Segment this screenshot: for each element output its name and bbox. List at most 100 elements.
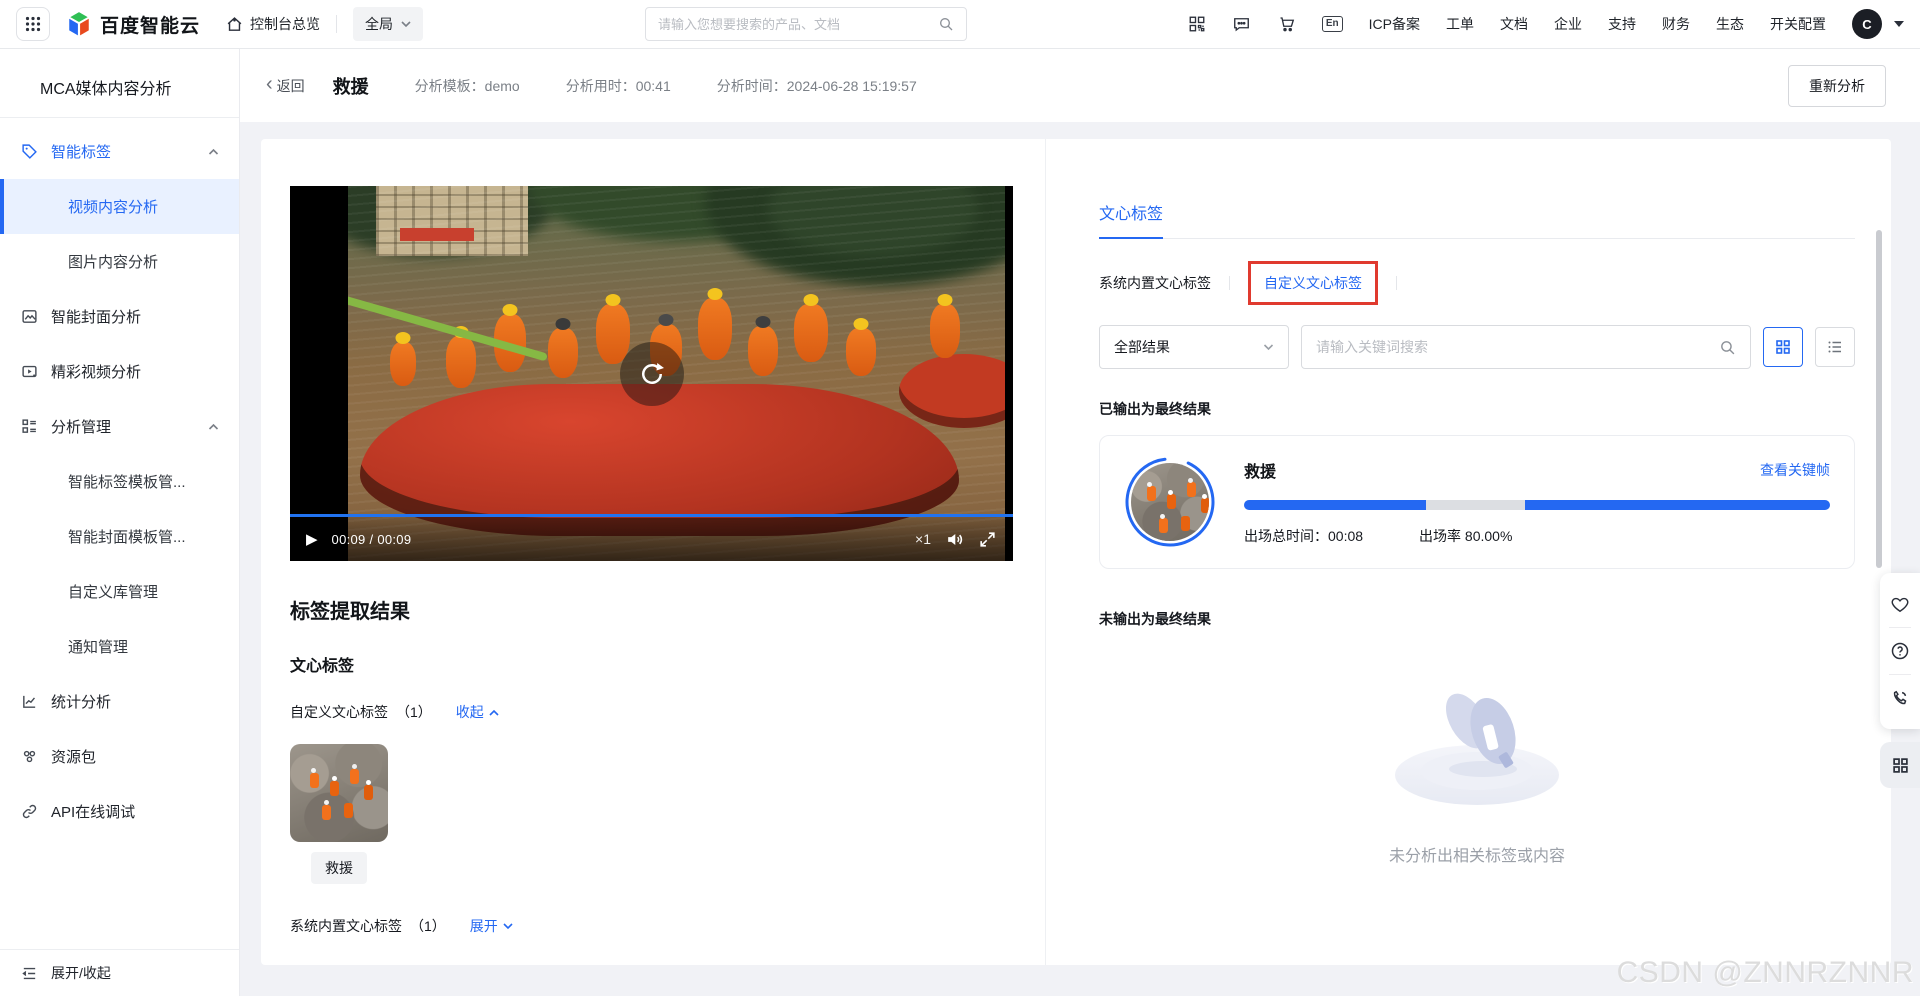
nav-link-switch-config[interactable]: 开关配置 (1770, 14, 1826, 34)
list-view-button[interactable] (1815, 327, 1855, 367)
expand-link[interactable]: 展开 (470, 916, 513, 936)
phone-icon (1893, 690, 1907, 705)
subtab-divider (1396, 276, 1397, 290)
user-menu-caret-icon[interactable] (1894, 21, 1904, 27)
subtab-custom-tags[interactable]: 自定义文心标签 (1264, 275, 1362, 291)
appearance-duration: 出场总时间：00:08 (1244, 528, 1364, 544)
search-icon[interactable] (1719, 339, 1736, 356)
console-overview-link[interactable]: 控制台总览 (226, 14, 320, 34)
right-column: 文心标签 系统内置文心标签 自定义文心标签 全部结果 请输入关键词搜索 已输出为… (1046, 139, 1891, 965)
sidebar-item-statistics[interactable]: 统计分析 (0, 674, 239, 729)
tag-result-card: 救援 查看关键帧 出场总时间：00:08 出场率 80.00% (1099, 435, 1855, 569)
chevron-up-icon (208, 423, 219, 430)
sidebar-collapse-toggle[interactable]: 展开/收起 (0, 949, 239, 996)
grid-view-icon (1776, 340, 1790, 354)
sidebar-item-label: 自定义库管理 (68, 584, 159, 601)
sidebar-item-smart-cover-analysis[interactable]: 智能封面分析 (0, 289, 239, 344)
nav-link-icp[interactable]: ICP备案 (1369, 14, 1420, 34)
sidebar-item-api-debug[interactable]: API在线调试 (0, 784, 239, 839)
message-icon[interactable] (1232, 15, 1251, 33)
view-keyframes-link[interactable]: 查看关键帧 (1760, 460, 1830, 480)
tag-chip[interactable]: 救援 (311, 852, 367, 884)
sidebar-item-label: 统计分析 (51, 694, 112, 711)
annotation-red-box: 自定义文心标签 (1248, 261, 1378, 305)
scrollbar-thumb[interactable] (1876, 230, 1882, 568)
foliage (768, 186, 978, 256)
sidebar-item-video-content-analysis[interactable]: 视频内容分析 (0, 179, 239, 234)
person (930, 304, 960, 358)
result-filter-select[interactable]: 全部结果 (1099, 325, 1289, 369)
nav-link-tickets[interactable]: 工单 (1446, 14, 1474, 34)
sidebar-item-smart-tags[interactable]: 智能标签 (0, 124, 239, 179)
page-title: 救援 (332, 76, 369, 97)
resource-package-icon (23, 750, 36, 763)
sidebar-item-label: 智能标签模板管... (68, 474, 186, 491)
grid-view-button[interactable] (1763, 327, 1803, 367)
watermark: CSDN @ZNNRZNNR (1616, 956, 1914, 989)
subtabs-row: 系统内置文心标签 自定义文心标签 (1099, 261, 1855, 305)
contact-button[interactable] (1880, 675, 1920, 721)
global-search-input[interactable] (658, 16, 939, 32)
replay-button[interactable] (619, 341, 684, 406)
sidebar-item-custom-library-mgmt[interactable]: 自定义库管理 (0, 564, 239, 619)
nav-link-finance[interactable]: 财务 (1662, 14, 1690, 34)
keyword-search (1301, 325, 1751, 369)
custom-tag-label: 自定义文心标签 (290, 704, 388, 720)
playback-speed-button[interactable]: ×1 (915, 531, 931, 547)
video-icon (22, 365, 37, 378)
sidebar-item-highlight-video-analysis[interactable]: 精彩视频分析 (0, 344, 239, 399)
qr-code-icon[interactable] (1188, 15, 1206, 33)
not-final-output-heading: 未输出为最终结果 (1099, 611, 1211, 627)
keyword-search-input[interactable] (1316, 339, 1719, 355)
video-controls: ▶ 00:09 / 00:09 ×1 (290, 517, 1013, 561)
app-grid-button[interactable] (16, 7, 50, 41)
appearance-timeline[interactable] (1244, 500, 1830, 510)
person (446, 336, 476, 388)
page: 百度智能云 控制台总览 全局 En ICP备案 工单 文档 企业 支持 财务 生… (0, 0, 1920, 996)
favorite-button[interactable] (1880, 581, 1920, 627)
tab-wenxin-tags[interactable]: 文心标签 (1099, 200, 1164, 239)
nav-link-docs[interactable]: 文档 (1500, 14, 1528, 34)
sidebar: MCA媒体内容分析 智能标签 视频内容分析 图片内容分析 智能封面分析 精彩视频… (0, 49, 240, 996)
volume-button[interactable] (945, 530, 964, 549)
sidebar-item-resource-packages[interactable]: 资源包 (0, 729, 239, 784)
system-tag-count: （1） (410, 918, 446, 934)
nav-link-enterprise[interactable]: 企业 (1554, 14, 1582, 34)
tag-avatar (1124, 456, 1216, 548)
custom-tag-row: 自定义文心标签 （1） 收起 (290, 702, 1015, 722)
person (390, 342, 416, 386)
sidebar-item-smart-cover-template-mgmt[interactable]: 智能封面模板管... (0, 509, 239, 564)
scope-selector[interactable]: 全局 (353, 7, 424, 41)
collapse-link[interactable]: 收起 (456, 702, 499, 722)
chevron-down-icon (401, 20, 411, 27)
back-button[interactable]: ‹ 返回 (266, 73, 305, 96)
reanalyze-button[interactable]: 重新分析 (1788, 64, 1886, 107)
subtab-system-tags[interactable]: 系统内置文心标签 (1099, 273, 1211, 293)
widget-collapse-button[interactable] (1880, 742, 1920, 788)
sidebar-item-image-content-analysis[interactable]: 图片内容分析 (0, 234, 239, 289)
person (846, 328, 876, 376)
cart-icon[interactable] (1277, 15, 1296, 33)
rubble-image (290, 744, 388, 842)
sidebar-item-notification-mgmt[interactable]: 通知管理 (0, 619, 239, 674)
video-player[interactable]: ▶ 00:09 / 00:09 ×1 (290, 186, 1013, 561)
sidebar-nav: 智能标签 视频内容分析 图片内容分析 智能封面分析 精彩视频分析 分析管理 智能… (0, 124, 239, 949)
tag-result-title: 救援 (1244, 464, 1277, 481)
language-icon[interactable]: En (1321, 16, 1343, 32)
sidebar-collapse-label: 展开/收起 (51, 965, 111, 981)
search-icon[interactable] (938, 16, 954, 32)
fullscreen-button[interactable] (978, 530, 997, 549)
keyframe-thumbnail[interactable] (290, 744, 388, 842)
back-chevron-icon: ‹ (266, 73, 273, 95)
user-avatar[interactable]: C (1852, 9, 1882, 39)
brand-logo[interactable]: 百度智能云 (66, 11, 200, 38)
nav-link-support[interactable]: 支持 (1608, 14, 1636, 34)
analysis-duration-meta: 分析用时：00:41 (565, 77, 671, 94)
foliage (348, 186, 558, 256)
nav-link-ecosystem[interactable]: 生态 (1716, 14, 1744, 34)
sidebar-item-smart-tag-template-mgmt[interactable]: 智能标签模板管... (0, 454, 239, 509)
sidebar-item-analysis-management[interactable]: 分析管理 (0, 399, 239, 454)
play-button[interactable]: ▶ (306, 532, 318, 547)
subtab-divider (1229, 276, 1230, 290)
help-button[interactable] (1880, 628, 1920, 674)
